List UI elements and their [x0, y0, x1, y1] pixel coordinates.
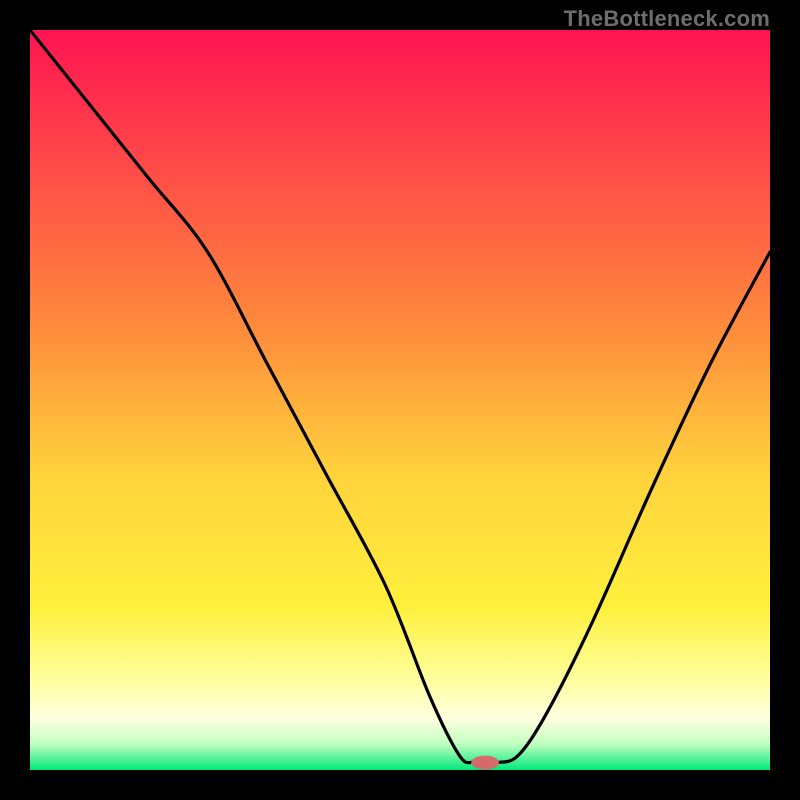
- gradient-background: [30, 30, 770, 770]
- bottleneck-chart: [30, 30, 770, 770]
- watermark-text: TheBottleneck.com: [564, 6, 770, 32]
- chart-frame: { "watermark": "TheBottleneck.com", "cha…: [0, 0, 800, 800]
- plot-area: [30, 30, 770, 770]
- min-marker: [471, 756, 499, 770]
